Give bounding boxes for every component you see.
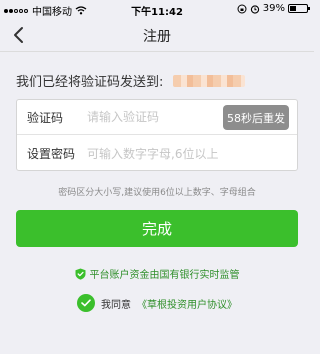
alarm-icon — [250, 4, 259, 14]
page-title: 注册 — [143, 29, 171, 45]
password-label: 设置密码 — [27, 147, 76, 161]
status-bar: 中国移动 下午11:42 39% — [0, 0, 314, 18]
agree-checkbox[interactable] — [77, 294, 95, 312]
code-label: 验证码 — [27, 110, 64, 125]
shield-check-icon — [75, 268, 85, 280]
agreement-link[interactable]: 《草根投资用户协议》 — [137, 296, 237, 311]
code-row: 验证码 58秒后重发 — [17, 100, 297, 135]
check-icon — [81, 299, 91, 307]
password-input[interactable] — [87, 146, 287, 161]
battery-icon — [288, 4, 310, 13]
register-form: 验证码 58秒后重发 设置密码 — [16, 99, 298, 171]
code-input[interactable] — [87, 110, 227, 124]
sent-notice-label: 我们已经将验证码发送到: — [16, 75, 164, 90]
agreement-row: 我同意 《草根投资用户协议》 — [0, 294, 314, 312]
sent-notice: 我们已经将验证码发送到: — [16, 71, 246, 90]
password-row: 设置密码 — [17, 136, 297, 171]
agree-prefix: 我同意 — [101, 299, 131, 311]
nav-bar: 注册 — [0, 18, 314, 52]
done-button[interactable]: 完成 — [16, 210, 298, 247]
resend-button[interactable]: 58秒后重发 — [223, 105, 289, 130]
supervise-text: 平台账户资金由国有银行实时监管 — [89, 270, 240, 281]
rotation-lock-icon — [237, 4, 247, 13]
battery-fill — [290, 6, 296, 11]
status-right: 39% — [237, 3, 310, 14]
battery-percent: 39% — [262, 3, 285, 14]
supervise-notice: 平台账户资金由国有银行实时监管 — [0, 266, 314, 281]
masked-phone-number — [173, 74, 246, 87]
password-hint: 密码区分大小写,建议使用6位以上数字、字母组合 — [58, 188, 256, 198]
